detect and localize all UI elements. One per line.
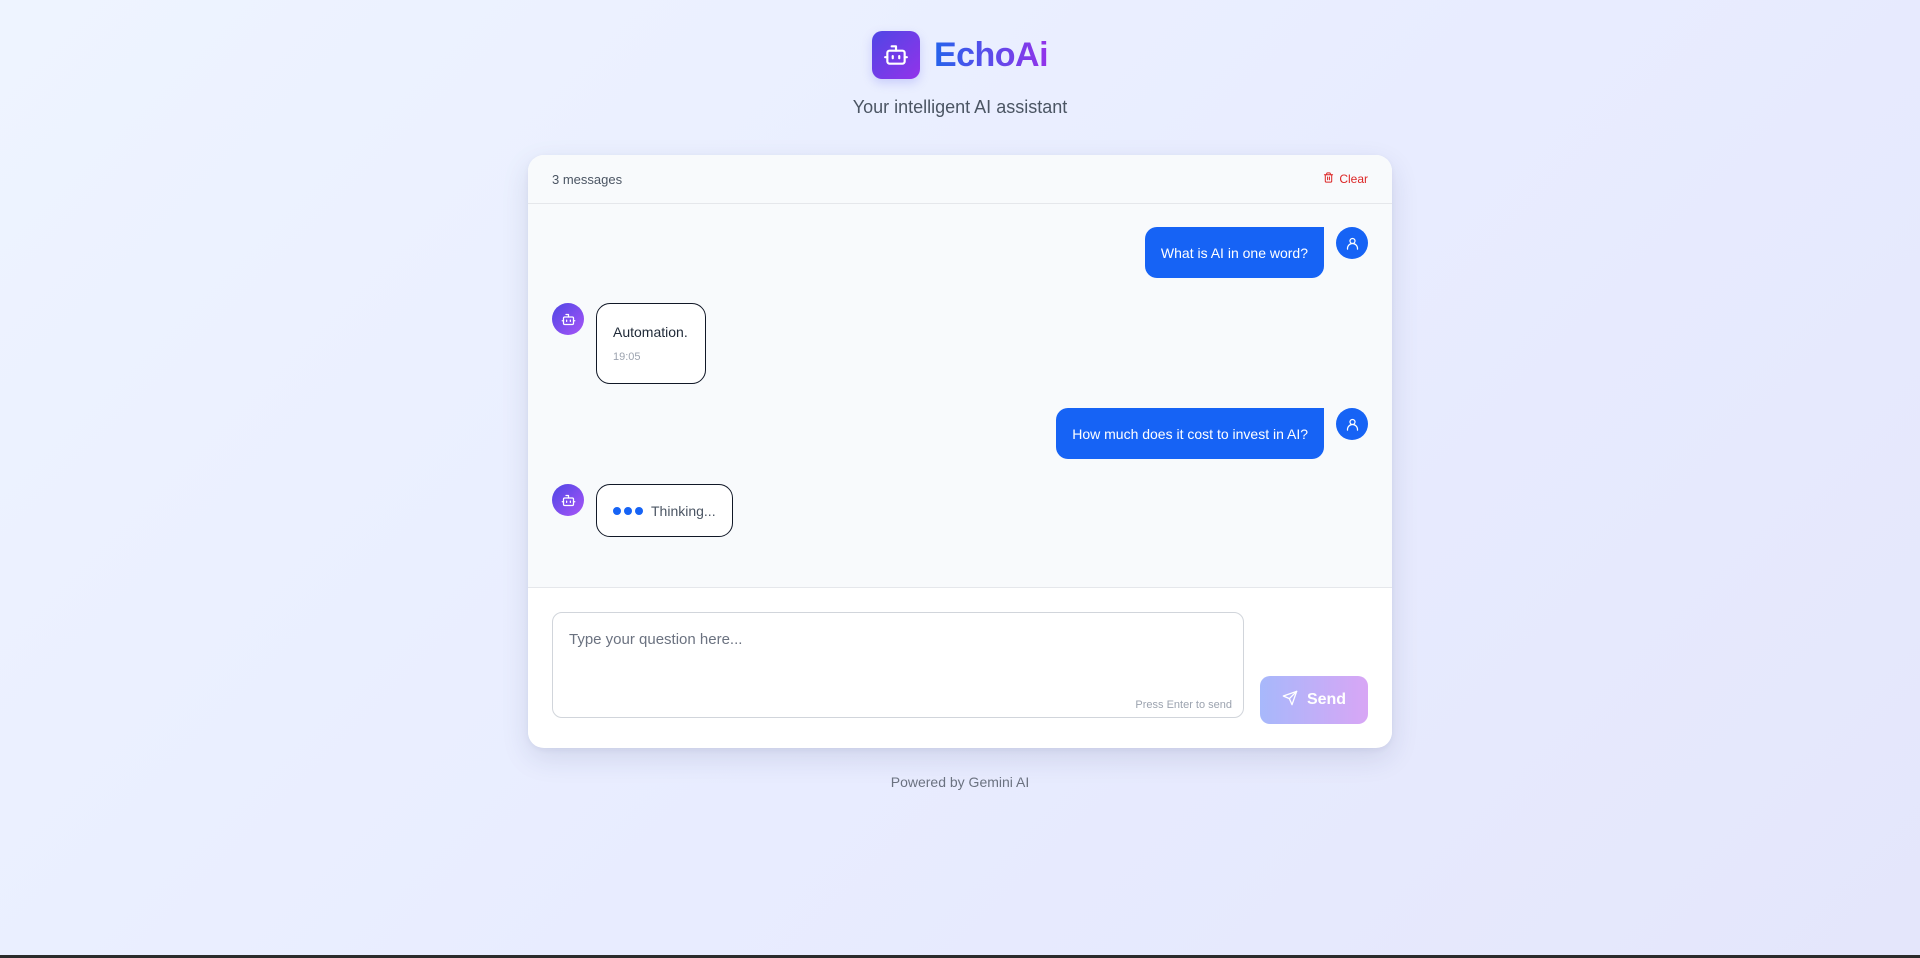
robot-icon bbox=[871, 31, 920, 79]
clear-label: Clear bbox=[1339, 172, 1368, 186]
app-title: EchoAi bbox=[933, 35, 1049, 74]
message-timestamp: 19:05 bbox=[613, 351, 641, 363]
send-hint: Press Enter to send bbox=[1135, 699, 1232, 711]
typing-indicator bbox=[613, 506, 643, 515]
message-count: 3 messages bbox=[552, 171, 623, 187]
assistant-message: Automation. 19:05 bbox=[596, 303, 706, 384]
user-message: How much does it cost to invest in AI? bbox=[1056, 408, 1324, 459]
app-header: EchoAi Your intelligent AI assistant bbox=[0, 31, 1920, 118]
user-icon bbox=[1346, 418, 1358, 431]
user-avatar bbox=[1336, 408, 1368, 440]
robot-icon bbox=[561, 313, 575, 325]
chat-header: 3 messages Clear bbox=[528, 155, 1392, 204]
trash-icon bbox=[1323, 172, 1334, 186]
app-tagline: Your intelligent AI assistant bbox=[852, 97, 1068, 117]
message-text: How much does it cost to invest in AI? bbox=[1072, 425, 1308, 442]
user-icon bbox=[1346, 237, 1358, 250]
footer-powered-by: Powered by Gemini AI bbox=[890, 774, 1030, 790]
robot-icon bbox=[561, 494, 575, 506]
message-list: What is AI in one word? Automation. 19:0… bbox=[528, 204, 1392, 588]
message-text: What is AI in one word? bbox=[1160, 244, 1308, 261]
assistant-thinking-message: Thinking... bbox=[596, 484, 733, 537]
question-input-container: Press Enter to send bbox=[552, 612, 1244, 718]
thinking-status: Thinking... bbox=[651, 502, 716, 519]
send-button[interactable]: Send bbox=[1260, 676, 1368, 724]
bot-avatar bbox=[552, 303, 584, 335]
message-text: Automation. bbox=[613, 324, 688, 340]
send-label: Send bbox=[1306, 691, 1347, 708]
user-message: What is AI in one word? bbox=[1144, 227, 1324, 278]
clear-button[interactable]: Clear bbox=[1323, 172, 1368, 186]
brand: EchoAi bbox=[0, 31, 1920, 79]
composer: Press Enter to send Send bbox=[528, 588, 1392, 747]
chat-card: 3 messages Clear What is AI in one word? bbox=[528, 155, 1392, 748]
bot-avatar bbox=[552, 484, 584, 516]
send-icon bbox=[1282, 690, 1298, 711]
user-avatar bbox=[1336, 227, 1368, 259]
